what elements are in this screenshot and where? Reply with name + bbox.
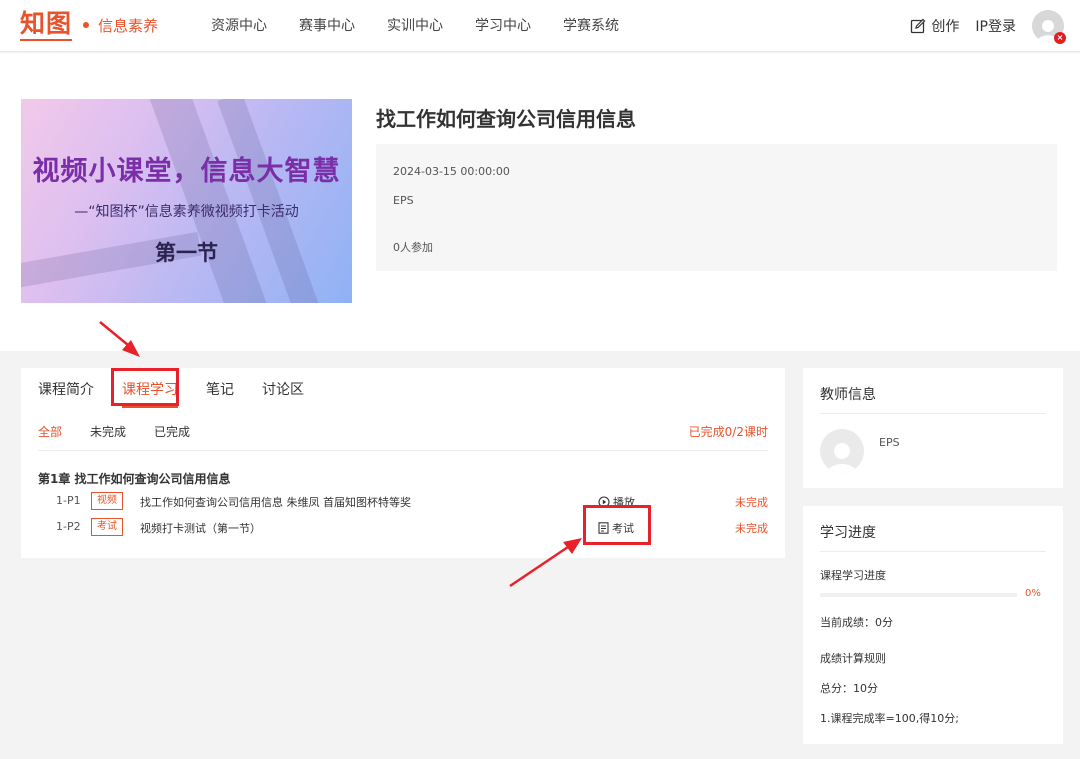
lesson-type-tag: 考试: [91, 518, 123, 536]
chapter-title: 第1章 找工作如何查询公司信用信息: [38, 472, 231, 486]
score-rule-title: 成绩计算规则: [820, 652, 886, 665]
tab-discussion[interactable]: 讨论区: [262, 368, 304, 410]
nav-item-training[interactable]: 实训中心: [371, 0, 459, 52]
site-logo[interactable]: 知图 信息素养: [20, 9, 158, 41]
filter-all[interactable]: 全部: [38, 423, 62, 440]
course-tabs: 课程简介 课程学习 笔记 讨论区: [38, 368, 332, 410]
create-button[interactable]: 创作: [910, 16, 959, 36]
course-banner-image: 视频小课堂，信息大智慧 —“知图杯”信息素养微视频打卡活动 第一节: [21, 99, 352, 303]
total-score: 总分：10分: [820, 682, 878, 695]
user-icon: [827, 443, 857, 473]
banner-section: 第一节: [155, 240, 218, 265]
course-title: 找工作如何查询公司信用信息: [376, 107, 636, 131]
main-nav: 资源中心 赛事中心 实训中心 学习中心 学赛系统: [195, 0, 635, 52]
top-navigation-bar: 知图 信息素养 资源中心 赛事中心 实训中心 学习中心 学赛系统 创作 IP登录…: [0, 0, 1080, 52]
lesson-status: 未完成: [735, 496, 768, 509]
nav-item-learning[interactable]: 学习中心: [459, 0, 547, 52]
lesson-id: 1-P2: [56, 520, 81, 533]
logo-dot: [83, 22, 90, 28]
current-score: 当前成绩：0分: [820, 616, 893, 629]
nav-item-competitions[interactable]: 赛事中心: [283, 0, 371, 52]
lesson-filters: 全部 未完成 已完成: [38, 423, 218, 440]
filter-incomplete[interactable]: 未完成: [90, 423, 126, 440]
lesson-status: 未完成: [735, 522, 768, 535]
score-rule-item: 1.课程完成率=100,得10分;: [820, 712, 959, 725]
create-label: 创作: [931, 19, 960, 35]
lesson-id: 1-P1: [56, 494, 81, 507]
nav-item-contest-system[interactable]: 学赛系统: [547, 0, 635, 52]
progress-title: 学习进度: [820, 525, 876, 541]
course-header: 视频小课堂，信息大智慧 —“知图杯”信息素养微视频打卡活动 第一节 找工作如何查…: [0, 53, 1080, 351]
user-avatar[interactable]: ×: [1032, 10, 1066, 44]
banner-subtitle: —“知图杯”信息素养微视频打卡活动: [74, 204, 299, 220]
teacher-info-card: 教师信息 EPS: [803, 368, 1063, 488]
logout-badge-icon[interactable]: ×: [1054, 32, 1066, 44]
edit-icon: [911, 18, 926, 34]
divider: [38, 450, 768, 451]
lesson-name[interactable]: 视频打卡测试（第一节）: [140, 520, 261, 536]
nav-item-resources[interactable]: 资源中心: [195, 0, 283, 52]
ip-login-link[interactable]: IP登录: [975, 16, 1016, 36]
completed-lesson-count: 已完成0/2课时: [688, 425, 768, 439]
course-progress-percent: 0%: [1025, 588, 1041, 599]
course-author: EPS: [393, 194, 414, 207]
course-progress-label: 课程学习进度: [820, 569, 886, 582]
filter-complete[interactable]: 已完成: [154, 423, 190, 440]
course-progress-bar: [820, 593, 1017, 597]
header-actions: 创作 IP登录 ×: [910, 0, 1066, 52]
course-participants: 0人参加: [393, 241, 433, 254]
lesson-type-tag: 视频: [91, 492, 123, 510]
lesson-name[interactable]: 找工作如何查询公司信用信息 朱维凤 首届知图杯特等奖: [140, 494, 411, 510]
learning-progress-card: 学习进度 课程学习进度 0% 当前成绩：0分 成绩计算规则 总分：10分 1.课…: [803, 506, 1063, 744]
divider: [820, 413, 1046, 414]
tab-course-intro[interactable]: 课程简介: [38, 368, 94, 410]
teacher-avatar: [820, 429, 864, 473]
teacher-name: EPS: [879, 436, 900, 449]
lesson-row: 1-P1 视频 找工作如何查询公司信用信息 朱维凤 首届知图杯特等奖 播放 未完…: [56, 492, 768, 512]
teacher-info-title: 教师信息: [820, 387, 876, 403]
course-info-box: 2024-03-15 00:00:00 EPS 0人参加: [376, 144, 1057, 271]
course-learning-panel: 课程简介 课程学习 笔记 讨论区 全部 未完成 已完成 已完成0/2课时 第1章…: [21, 368, 785, 558]
divider: [820, 551, 1046, 552]
highlight-box-learning-tab: [111, 368, 179, 406]
lesson-row: 1-P2 考试 视频打卡测试（第一节） 考试 未完成: [56, 518, 768, 538]
highlight-box-exam-button: [583, 505, 651, 545]
tab-notes[interactable]: 笔记: [206, 368, 234, 410]
logo-mark: 知图: [20, 9, 73, 41]
course-date: 2024-03-15 00:00:00: [393, 165, 510, 178]
logo-subtitle: 信息素养: [98, 16, 159, 35]
banner-title: 视频小课堂，信息大智慧: [32, 156, 341, 187]
